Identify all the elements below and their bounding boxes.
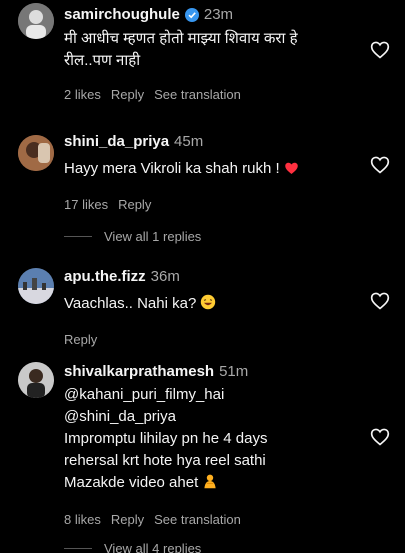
avatar[interactable] [18,3,54,39]
view-replies-label[interactable]: View all 1 replies [104,229,201,244]
view-replies-button[interactable]: View all 4 replies [64,541,201,553]
like-heart-icon[interactable] [370,291,390,310]
see-translation-button[interactable]: See translation [154,511,241,529]
comment-line: रील..पण नाही [64,52,141,69]
comment-line: rehersal krt hote hya reel sathi [64,452,266,469]
likes-count[interactable]: 2 likes [64,86,101,104]
avatar[interactable] [18,268,54,304]
reply-button[interactable]: Reply [111,86,144,104]
laughing-face-icon [200,294,216,317]
verified-badge-icon [184,8,199,22]
red-heart-icon [284,160,299,182]
see-translation-button[interactable]: See translation [154,86,241,104]
view-replies-label[interactable]: View all 4 replies [104,541,201,553]
comment-text: @kahani_puri_filmy_hai @shini_da_priya I… [64,384,357,496]
comments-panel: samirchoughule 23m मी आधीच म्हणत होतो मा… [0,0,405,553]
avatar[interactable] [18,362,54,398]
comment-username[interactable]: shini_da_priya [64,132,169,152]
comment-line: Hayy mera Vikroli ka shah rukh ! [64,160,280,177]
reply-button[interactable]: Reply [118,196,151,214]
comment-username[interactable]: apu.the.fizz [64,267,146,287]
comment-time: 23m [203,6,234,23]
avatar[interactable] [18,135,54,171]
comment-username[interactable]: samirchoughule [64,5,180,25]
divider [64,548,92,549]
comment-text: Hayy mera Vikroli ka shah rukh ! [64,158,357,182]
like-heart-icon[interactable] [370,40,390,59]
likes-count[interactable]: 8 likes [64,511,101,529]
comment-line: Vaachlas.. Nahi ka? [64,295,197,312]
comment-time: 45m [174,133,204,150]
comment-line: मी आधीच म्हणत होतो माझ्या शिवाय करा हे [64,30,298,47]
like-heart-icon[interactable] [370,427,390,446]
mention-link[interactable]: @kahani_puri_filmy_hai [64,384,357,406]
divider [64,236,92,237]
reply-button[interactable]: Reply [111,511,144,529]
mention-link[interactable]: @shini_da_priya [64,406,357,428]
comment-username[interactable]: shivalkarprathamesh [64,362,214,382]
view-replies-button[interactable]: View all 1 replies [64,229,201,244]
person-bowing-icon [202,473,218,496]
comment-text: Vaachlas.. Nahi ka? [64,293,357,317]
likes-count[interactable]: 17 likes [64,196,108,214]
comment-time: 36m [150,268,180,285]
comment-text: मी आधीच म्हणत होतो माझ्या शिवाय करा हे र… [64,28,357,72]
comment-line: Impromptu lihilay pn he 4 days [64,430,268,447]
like-heart-icon[interactable] [370,155,390,174]
comment-line: Mazakde video ahet [64,474,199,491]
comment-time: 51m [219,363,249,380]
reply-button[interactable]: Reply [64,331,97,349]
